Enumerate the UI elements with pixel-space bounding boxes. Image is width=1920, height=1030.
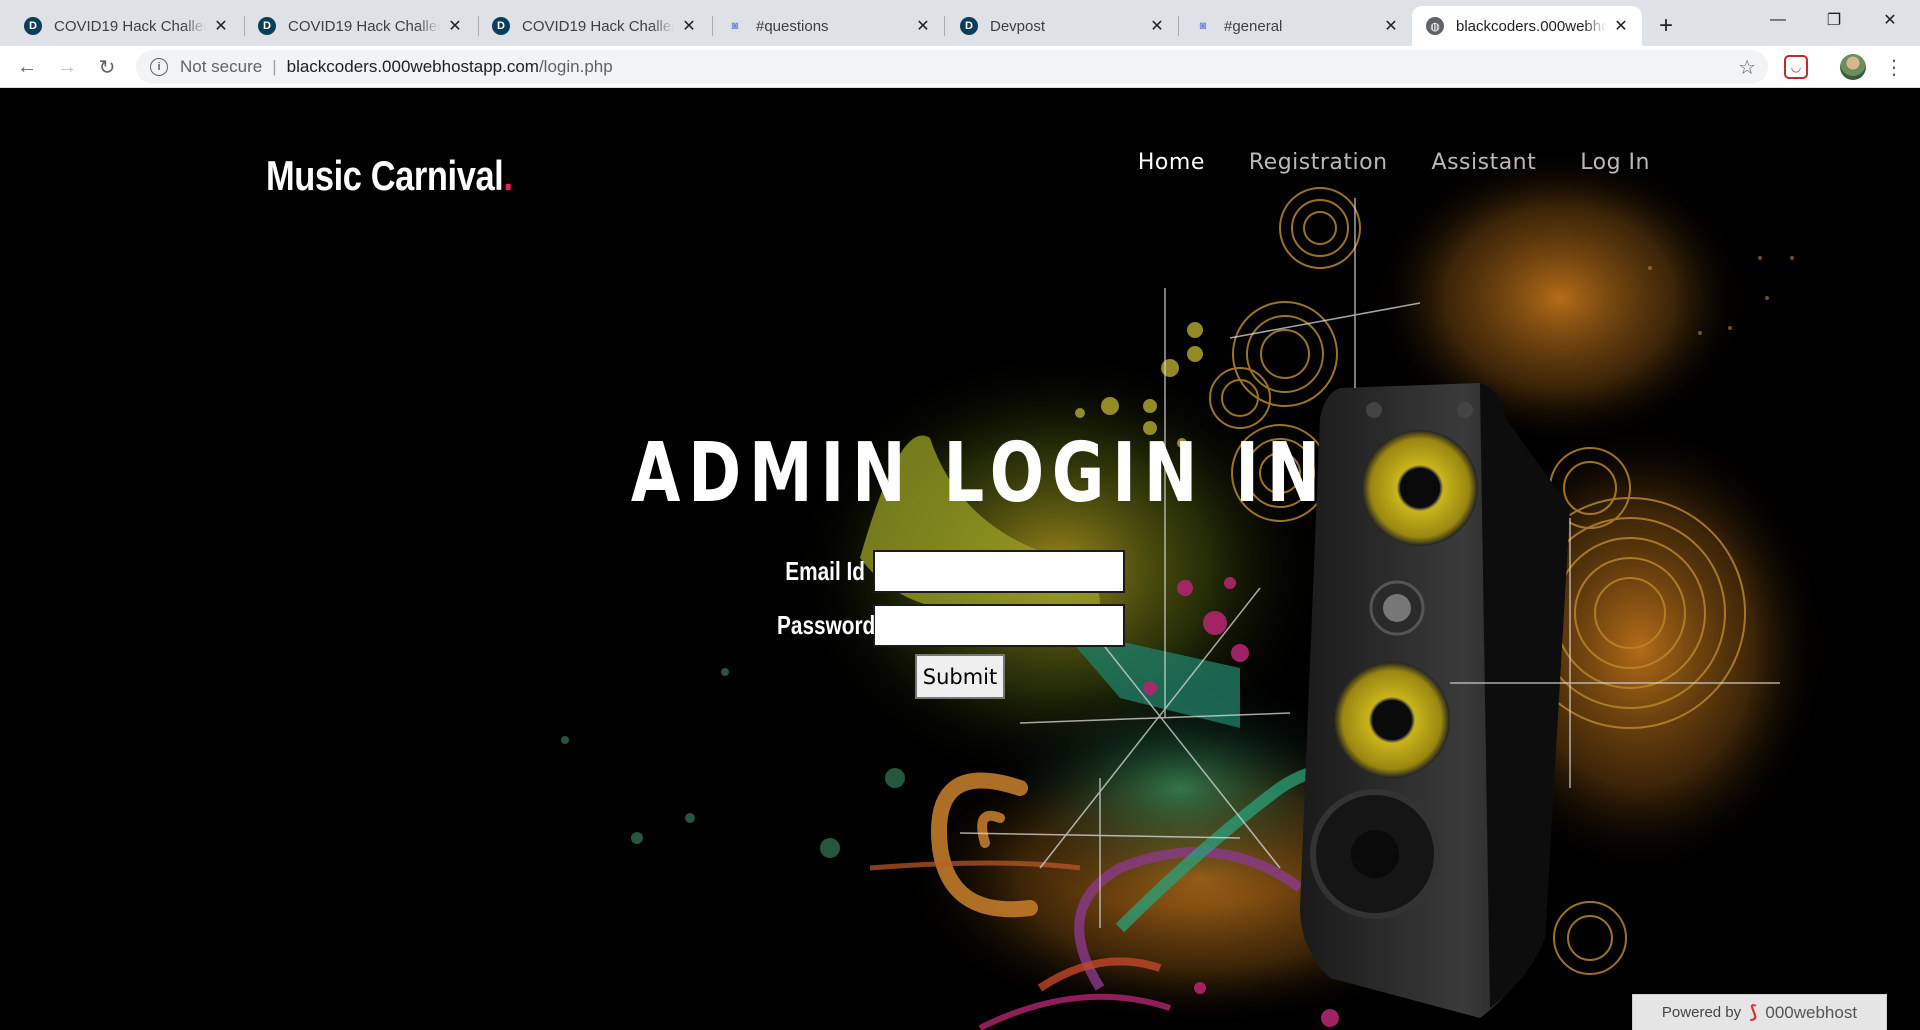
powered-by-badge[interactable]: Powered by ⟆ 000webhost xyxy=(1632,994,1887,1030)
browser-tab[interactable]: D COVID19 Hack Challenge ✕ xyxy=(244,6,476,46)
new-tab-button[interactable]: + xyxy=(1650,10,1682,42)
url-path: /login.php xyxy=(538,57,613,76)
webpage: Music Carnival. Home Registration Assist… xyxy=(0,88,1920,1030)
tab-divider xyxy=(1178,16,1179,36)
password-label: Password xyxy=(777,610,876,640)
tab-strip: D COVID19 Hack Challenge ✕ D COVID19 Hac… xyxy=(0,0,1920,46)
close-icon[interactable]: ✕ xyxy=(212,17,230,35)
back-button[interactable]: ← xyxy=(11,51,43,83)
tab-title: blackcoders.000webhostapp.com xyxy=(1456,17,1606,35)
minimize-button[interactable]: — xyxy=(1750,0,1806,40)
close-window-button[interactable]: ✕ xyxy=(1862,0,1918,40)
page-title: ADMIN LOGIN IN xyxy=(630,426,1329,521)
profile-avatar[interactable] xyxy=(1840,54,1866,80)
browser-tab[interactable]: D Devpost ✕ xyxy=(946,6,1178,46)
logo-dot: . xyxy=(503,152,513,199)
site-logo[interactable]: Music Carnival. xyxy=(266,152,513,200)
browser-tab[interactable]: D COVID19 Hack Challenge ✕ xyxy=(10,6,242,46)
reload-button[interactable]: ↻ xyxy=(91,51,123,83)
tab-title: #questions xyxy=(756,17,829,35)
tab-title: COVID19 Hack Challenge xyxy=(288,17,440,35)
pocket-extension-icon[interactable]: ◡ xyxy=(1784,55,1808,79)
email-row: Email Id xyxy=(755,550,1125,593)
email-label: Email Id xyxy=(785,556,865,586)
url-host: blackcoders.000webhostapp.com xyxy=(286,57,539,76)
browser-tab-active[interactable]: ◍ blackcoders.000webhostapp.com ✕ xyxy=(1412,6,1642,46)
close-icon[interactable]: ✕ xyxy=(914,17,932,35)
forward-button[interactable]: → xyxy=(51,51,83,83)
webhost-name: 000webhost xyxy=(1765,1002,1858,1022)
main-navigation: Home Registration Assistant Log In xyxy=(1138,150,1650,175)
site-name: Music Carnival xyxy=(266,152,504,199)
security-label: Not secure xyxy=(180,57,263,76)
browser-tab[interactable]: ◙ #general ✕ xyxy=(1180,6,1412,46)
star-icon[interactable]: ☆ xyxy=(1738,55,1756,80)
info-icon[interactable]: i xyxy=(150,58,168,76)
browser-tab[interactable]: ◙ #questions ✕ xyxy=(712,6,944,46)
nav-link-home[interactable]: Home xyxy=(1138,150,1205,175)
nav-link-login[interactable]: Log In xyxy=(1580,150,1650,175)
devpost-icon: D xyxy=(960,17,978,35)
close-icon[interactable]: ✕ xyxy=(1612,17,1630,35)
devpost-icon: D xyxy=(492,17,510,35)
tab-title: COVID19 Hack Challenge xyxy=(522,17,674,35)
address-bar[interactable]: i Not secure | blackcoders.000webhostapp… xyxy=(136,50,1768,84)
menu-icon[interactable]: ⋮ xyxy=(1880,52,1908,82)
browser-toolbar: ← → ↻ i Not secure | blackcoders.000webh… xyxy=(0,46,1920,88)
close-icon[interactable]: ✕ xyxy=(680,17,698,35)
tab-title: Devpost xyxy=(990,17,1046,35)
discord-icon: ◙ xyxy=(731,20,739,32)
submit-button[interactable]: Submit xyxy=(915,654,1005,699)
discord-icon: ◙ xyxy=(1199,20,1207,32)
close-icon[interactable]: ✕ xyxy=(446,17,464,35)
divider: | xyxy=(272,57,277,76)
devpost-icon: D xyxy=(24,17,42,35)
email-input[interactable] xyxy=(873,550,1125,593)
close-icon[interactable]: ✕ xyxy=(1148,17,1166,35)
nav-link-registration[interactable]: Registration xyxy=(1249,150,1388,175)
webhost-logo-icon: ⟆ xyxy=(1749,1002,1758,1022)
devpost-icon: D xyxy=(258,17,276,35)
nav-link-assistant[interactable]: Assistant xyxy=(1432,150,1537,175)
tab-title: #general xyxy=(1224,17,1283,35)
tab-title: COVID19 Hack Challenge xyxy=(54,17,206,35)
password-input[interactable] xyxy=(873,604,1125,647)
restore-button[interactable]: ❐ xyxy=(1806,0,1862,40)
tab-divider xyxy=(944,16,945,36)
powered-by-label: Powered by xyxy=(1661,1004,1742,1021)
password-row: Password xyxy=(755,604,1125,647)
url-text[interactable]: blackcoders.000webhostapp.com/login.php xyxy=(287,57,613,77)
browser-tab[interactable]: D COVID19 Hack Challenge ✕ xyxy=(478,6,710,46)
globe-icon: ◍ xyxy=(1426,17,1444,35)
close-icon[interactable]: ✕ xyxy=(1382,17,1400,35)
